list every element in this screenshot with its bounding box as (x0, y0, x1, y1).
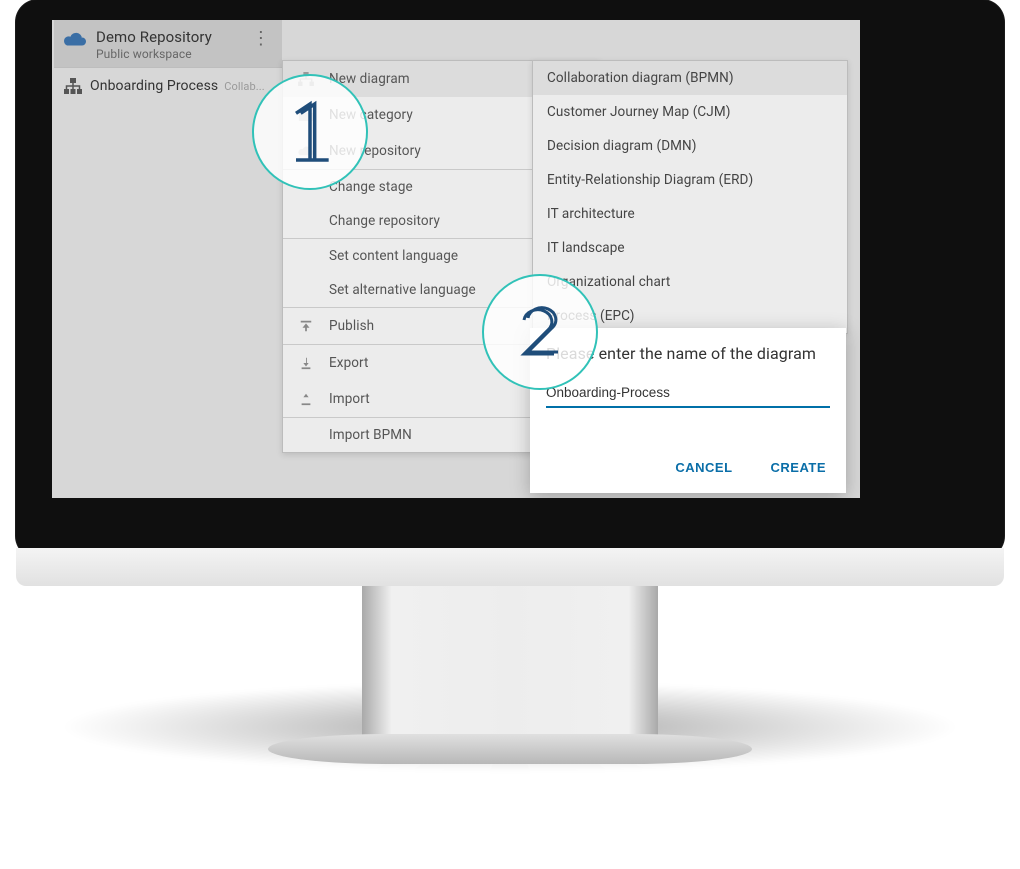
monitor-base (268, 734, 752, 764)
step-badge-1 (252, 74, 368, 190)
submenu-item-collaboration-diagram[interactable]: Collaboration diagram (BPMN) (533, 61, 847, 95)
monitor-neck (362, 580, 658, 744)
submenu-item-it-architecture[interactable]: IT architecture (533, 197, 847, 231)
step-badge-2 (482, 274, 598, 390)
download-icon (297, 354, 315, 372)
submenu-item-decision-diagram[interactable]: Decision diagram (DMN) (533, 129, 847, 163)
sidebar-item-onboarding-process[interactable]: Onboarding Process Collab... (54, 68, 282, 102)
repository-subtitle: Public workspace (96, 47, 212, 61)
publish-icon (297, 317, 315, 335)
cancel-button[interactable]: CANCEL (671, 454, 736, 481)
submenu-item-entity-relationship-diagram[interactable]: Entity-Relationship Diagram (ERD) (533, 163, 847, 197)
tree-item-label: Onboarding Process (90, 78, 218, 94)
monitor-chin (16, 548, 1004, 586)
sidebar: Demo Repository Public workspace ⋮ Onboa… (54, 20, 282, 498)
tree-item-sublabel: Collab... (224, 80, 265, 93)
create-button[interactable]: CREATE (767, 454, 830, 481)
upload-icon (297, 390, 315, 408)
diagram-name-input[interactable] (546, 381, 830, 408)
more-menu-icon[interactable]: ⋮ (248, 28, 274, 50)
repository-row[interactable]: Demo Repository Public workspace ⋮ (54, 20, 282, 67)
submenu-item-customer-journey-map[interactable]: Customer Journey Map (CJM) (533, 95, 847, 129)
sitemap-icon (64, 78, 82, 94)
cloud-icon (62, 31, 88, 49)
repository-text: Demo Repository Public workspace (96, 28, 212, 61)
screen: Demo Repository Public workspace ⋮ Onboa… (52, 20, 860, 498)
submenu-item-it-landscape[interactable]: IT landscape (533, 231, 847, 265)
repository-name: Demo Repository (96, 28, 212, 46)
